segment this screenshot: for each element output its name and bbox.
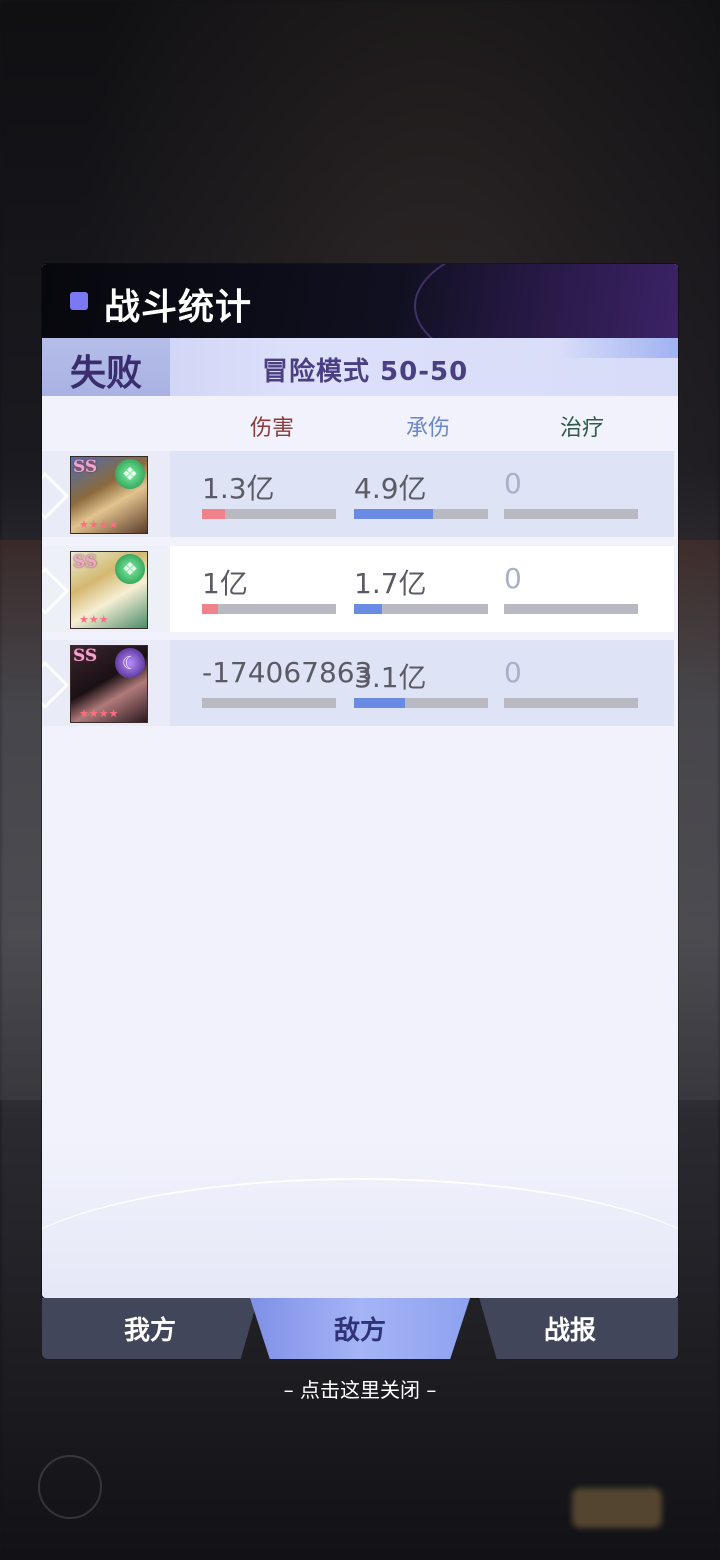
heal-bar [504, 509, 638, 519]
result-text: 失败 [70, 353, 143, 394]
heal-value: 0 [504, 467, 522, 500]
damage-bar [202, 509, 336, 519]
hero-portrait[interactable]: SS ❖ ★★★ [70, 551, 148, 629]
damage-bar-fill [202, 604, 219, 614]
row-chevron-icon [42, 566, 70, 616]
taken-bar-fill [354, 698, 405, 708]
column-header-heal: 治疗 [560, 416, 605, 441]
grade-badge: SS [73, 457, 98, 477]
hero-stat-row[interactable]: SS ❖ ★★★ 1亿 1.7亿 0 [42, 546, 674, 632]
close-hint-button[interactable]: – 点击这里关闭 – [0, 1374, 720, 1403]
hero-portrait[interactable]: SS ❖ ★★★★ [70, 456, 148, 534]
damage-value: 1.3亿 [202, 472, 275, 505]
hero-cell: SS ☾ ★★★★ [42, 640, 170, 726]
heal-bar [504, 604, 638, 614]
hero-portrait[interactable]: SS ☾ ★★★★ [70, 645, 148, 723]
heal-bar [504, 698, 638, 708]
row-chevron-icon [42, 660, 70, 710]
grade-badge: SS [73, 646, 98, 666]
side-tab-bar: 我方 战报 敌方 [42, 1298, 678, 1359]
column-header-damage: 伤害 [250, 416, 295, 441]
damage-value: 1亿 [202, 567, 248, 600]
panel-header: 战斗统计 [42, 264, 678, 378]
taken-bar-fill [354, 509, 434, 519]
damage-bar [202, 698, 336, 708]
star-rating-icon: ★★★ [79, 613, 109, 626]
tab-enemy[interactable]: 敌方 [250, 1298, 470, 1359]
star-rating-icon: ★★★★ [79, 707, 119, 720]
taken-bar-fill [354, 604, 383, 614]
battle-stats-panel: 战斗统计 失败 冒险模式 50-50 伤害 承伤 治疗 SS ❖ ★★★★ 1.… [42, 264, 678, 1298]
title-square-icon [70, 292, 88, 310]
taken-bar [354, 604, 488, 614]
damage-value: -174067863 [202, 656, 373, 689]
background-action-blurred [572, 1488, 662, 1528]
mode-label: 冒险模式 50-50 [262, 357, 469, 387]
heal-value: 0 [504, 656, 522, 689]
mode-bar: 失败 冒险模式 50-50 [42, 338, 678, 396]
column-header-taken: 承伤 [406, 416, 451, 441]
nature-gem-icon: ❖ [115, 554, 145, 584]
taken-value: 1.7亿 [354, 567, 427, 600]
nature-gem-icon: ❖ [115, 459, 145, 489]
taken-value: 4.9亿 [354, 472, 427, 505]
heal-value: 0 [504, 562, 522, 595]
star-rating-icon: ★★★★ [79, 518, 119, 531]
hero-stat-row[interactable]: SS ☾ ★★★★ -174067863 3.1亿 0 [42, 640, 674, 726]
damage-bar-fill [202, 509, 225, 519]
damage-bar [202, 604, 336, 614]
result-badge: 失败 [42, 338, 170, 396]
panel-decorative-wave [42, 1138, 678, 1298]
hero-cell: SS ❖ ★★★★ [42, 451, 170, 537]
tab-ours[interactable]: 我方 [42, 1298, 258, 1359]
grade-badge: SS [73, 552, 98, 572]
hero-cell: SS ❖ ★★★ [42, 546, 170, 632]
row-chevron-icon [42, 471, 70, 521]
moon-gem-icon: ☾ [115, 648, 145, 678]
taken-value: 3.1亿 [354, 661, 427, 694]
tab-report[interactable]: 战报 [479, 1298, 678, 1359]
hero-stat-row[interactable]: SS ❖ ★★★★ 1.3亿 4.9亿 0 [42, 451, 674, 537]
taken-bar [354, 509, 488, 519]
panel-title: 战斗统计 [104, 287, 253, 328]
taken-bar [354, 698, 488, 708]
background-button-blurred [38, 1455, 102, 1519]
